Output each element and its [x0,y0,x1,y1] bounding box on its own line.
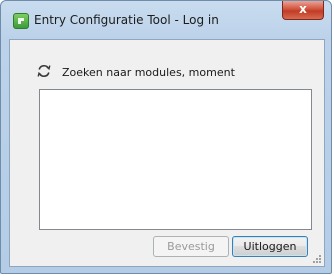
close-icon: x [299,2,307,16]
logout-button[interactable]: Uitloggen [232,236,308,257]
dialog-body: Zoeken naar modules, moment Bevestig Uit… [9,39,325,267]
close-button[interactable]: x [282,1,324,20]
resize-grip-icon[interactable] [312,254,322,264]
confirm-button[interactable]: Bevestig [153,236,229,257]
login-window: Entry Configuratie Tool - Log in x Zoeke… [0,0,332,274]
refresh-icon [37,64,51,78]
status-text: Zoeken naar modules, moment [62,66,235,79]
title-bar[interactable]: Entry Configuratie Tool - Log in x [1,1,331,37]
window-title: Entry Configuratie Tool - Log in [34,13,219,27]
module-list[interactable] [39,89,312,230]
app-icon [13,13,29,29]
